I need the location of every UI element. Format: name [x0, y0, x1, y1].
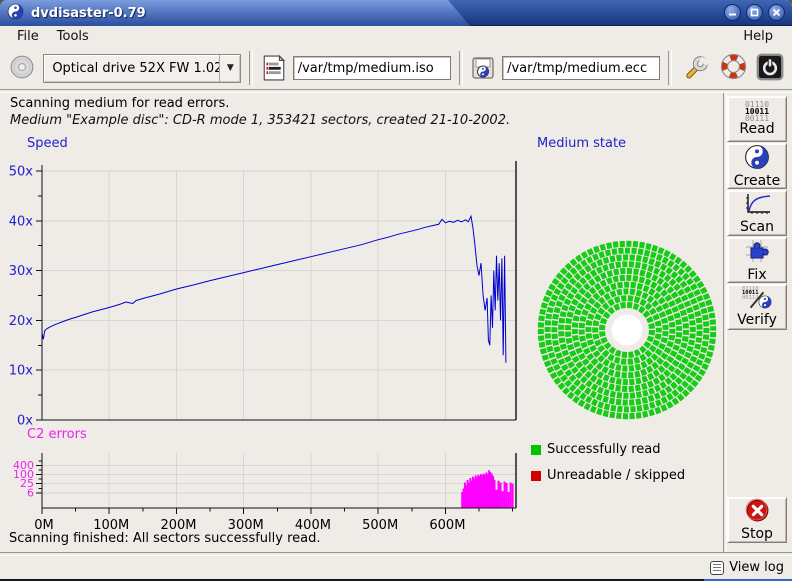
main-panel: Scanning medium for read errors. Medium … — [7, 93, 723, 552]
svg-text:10x: 10x — [9, 364, 34, 379]
fix-button[interactable]: Fix — [727, 237, 787, 283]
verify-icon: 01110 10011 00111 — [742, 287, 772, 313]
verify-button-label: Verify — [737, 313, 777, 328]
toolbar: Optical drive 52X FW 1.02 ▼ — [0, 47, 792, 89]
fix-button-label: Fix — [747, 268, 766, 283]
help-button[interactable] — [717, 52, 748, 84]
app-window: dvdisaster-0.79 File Tools Help — [0, 0, 792, 581]
window-title: dvdisaster-0.79 — [31, 6, 146, 21]
bottombar: View log — [0, 556, 792, 579]
minimize-button[interactable] — [724, 4, 741, 21]
toolbar-separator — [459, 51, 463, 85]
stop-button[interactable]: Stop — [727, 497, 787, 543]
titlebar[interactable]: dvdisaster-0.79 — [0, 0, 792, 26]
wrench-icon — [683, 54, 709, 83]
view-log-label: View log — [729, 560, 784, 575]
app-yinyang-icon — [7, 3, 24, 24]
create-button-label: Create — [734, 174, 781, 189]
legend-swatch-success — [531, 445, 541, 455]
action-sidebar: 01110 10011 00111 Read Create — [726, 93, 790, 552]
c2-chart-title: C2 errors — [27, 427, 87, 442]
title-tab: dvdisaster-0.79 — [0, 0, 470, 26]
scan-button-label: Scan — [740, 220, 774, 235]
legend-item-success: Successfully read — [531, 442, 660, 457]
legend-label-success: Successfully read — [547, 442, 660, 457]
cd-drive-icon — [9, 54, 35, 83]
preferences-button[interactable] — [680, 52, 711, 84]
view-log-button[interactable]: View log — [710, 560, 784, 575]
maximize-button[interactable] — [746, 4, 763, 21]
svg-text:600M: 600M — [429, 518, 465, 533]
create-button[interactable]: Create — [727, 143, 787, 189]
log-icon — [710, 561, 724, 575]
speed-chart-title: Speed — [27, 136, 68, 151]
svg-text:20x: 20x — [9, 314, 34, 329]
medium-state-title: Medium state — [537, 136, 626, 151]
scan-result-text: Scanning finished: All sectors successfu… — [9, 531, 321, 546]
svg-text:50x: 50x — [9, 165, 34, 180]
scan-button[interactable]: Scan — [727, 190, 787, 236]
puzzle-piece-icon — [744, 238, 770, 268]
close-button[interactable] — [768, 4, 785, 21]
yinyang-icon — [744, 144, 770, 174]
toolbar-separator — [668, 51, 672, 85]
read-bits-icon: 01110 10011 00111 — [745, 101, 769, 122]
charts-canvas: 0x10x20x30x40x50x6251004000M100M200M300M… — [7, 93, 723, 552]
read-button[interactable]: 01110 10011 00111 Read — [727, 96, 787, 142]
legend-item-unreadable: Unreadable / skipped — [531, 468, 685, 483]
ecc-path-input[interactable] — [502, 56, 660, 80]
drive-button[interactable] — [6, 52, 37, 84]
power-icon — [756, 53, 784, 84]
quit-button[interactable] — [755, 52, 786, 84]
svg-text:40x: 40x — [9, 214, 34, 229]
menu-file[interactable]: File — [8, 28, 48, 45]
ecc-file-icon — [471, 55, 496, 81]
stop-icon — [745, 498, 770, 527]
scan-curve-icon — [743, 192, 771, 220]
drive-select[interactable]: Optical drive 52X FW 1.02 ▼ — [43, 54, 241, 83]
lifebuoy-icon — [720, 53, 747, 83]
drive-select-value: Optical drive 52X FW 1.02 — [44, 61, 219, 76]
legend-swatch-unreadable — [531, 471, 541, 481]
svg-text:500M: 500M — [362, 518, 398, 533]
svg-text:400: 400 — [13, 459, 34, 472]
iso-file-icon — [261, 55, 286, 81]
chevron-down-icon: ▼ — [219, 55, 240, 82]
legend-label-unreadable: Unreadable / skipped — [547, 468, 685, 483]
verify-button[interactable]: 01110 10011 00111 Verify — [727, 284, 787, 330]
menu-tools[interactable]: Tools — [48, 28, 98, 45]
stop-button-label: Stop — [741, 527, 773, 542]
svg-text:30x: 30x — [9, 264, 34, 279]
client-area: Scanning medium for read errors. Medium … — [0, 93, 792, 552]
menu-help[interactable]: Help — [734, 28, 782, 45]
toolbar-separator — [249, 51, 253, 85]
iso-path-input[interactable] — [293, 56, 451, 80]
menubar: File Tools Help — [0, 26, 792, 47]
read-button-label: Read — [739, 122, 774, 137]
